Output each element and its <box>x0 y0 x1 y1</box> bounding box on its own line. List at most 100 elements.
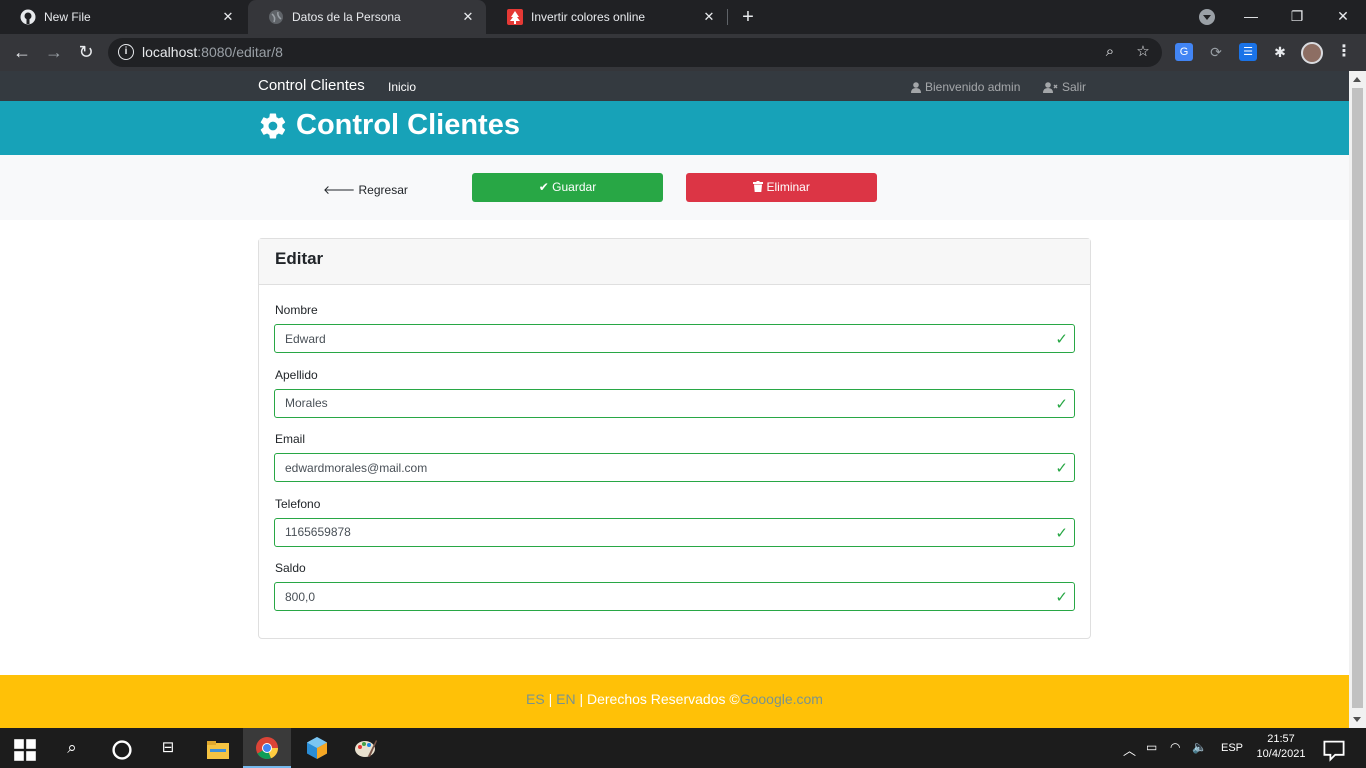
logout-link[interactable]: Salir <box>1043 80 1086 94</box>
footer-site-link[interactable]: Gooogle.com <box>740 691 823 707</box>
paint-icon[interactable] <box>354 736 378 760</box>
footer-rights: | Derechos Reservados © <box>575 691 740 707</box>
tab-separator <box>727 9 728 25</box>
new-tab-button[interactable]: + <box>737 6 759 28</box>
address-bar[interactable]: i localhost:8080/editar/8 ⌕ ☆ <box>108 38 1162 67</box>
minimize-button[interactable]: — <box>1228 0 1274 34</box>
scroll-down-arrow-icon[interactable] <box>1353 717 1361 722</box>
url-text[interactable]: localhost:8080/editar/8 <box>142 44 283 60</box>
telefono-label: Telefono <box>275 496 321 511</box>
profile-avatar[interactable] <box>1301 42 1323 64</box>
taskbar-clock[interactable]: 21:57 10/4/2021 <box>1256 732 1306 762</box>
nav-link-inicio[interactable]: Inicio <box>388 80 416 94</box>
tab-new-file[interactable]: New File ✕ <box>0 0 246 34</box>
tab-datos-persona[interactable]: Datos de la Persona ✕ <box>248 0 486 34</box>
sync-extension-icon[interactable]: ⟳ <box>1207 43 1225 61</box>
notifications-icon[interactable] <box>1322 738 1346 762</box>
saldo-label: Saldo <box>275 561 306 575</box>
task-view-icon[interactable]: ⊟ <box>156 736 180 760</box>
actions-bar: 🡐 Regresar ✔ Guardar Eliminar <box>0 155 1349 220</box>
tray-chevron-up-icon[interactable]: ︿ <box>1123 740 1136 759</box>
battery-icon[interactable]: ▭ <box>1146 740 1157 754</box>
search-icon[interactable]: ⌕ <box>60 736 84 760</box>
edit-form: Nombre ✓ Apellido ✓ Email ✓ Telefono ✓ S… <box>259 285 1090 611</box>
menu-dots-icon[interactable]: ⋮ <box>1336 41 1352 61</box>
lang-es-link[interactable]: ES <box>526 691 545 707</box>
valid-check-icon: ✓ <box>1055 460 1068 477</box>
user-times-icon <box>1043 81 1058 93</box>
tab-search-icon[interactable] <box>1199 9 1215 25</box>
page-title: Control Clientes <box>258 109 520 142</box>
form-group-apellido: Apellido ✓ <box>274 350 1075 418</box>
language-indicator[interactable]: ESP <box>1221 742 1243 754</box>
delete-label: Eliminar <box>766 180 810 194</box>
page-scrollbar[interactable] <box>1349 71 1366 728</box>
back-arrow-icon[interactable]: ← <box>10 40 34 64</box>
scroll-thumb[interactable] <box>1352 88 1363 708</box>
user-icon <box>911 81 921 93</box>
valid-check-icon: ✓ <box>1055 589 1068 606</box>
footer-separator: | <box>544 691 557 707</box>
scroll-up-arrow-icon[interactable] <box>1353 77 1361 82</box>
edit-card: Editar Nombre ✓ Apellido ✓ Email ✓ Telef… <box>258 238 1091 639</box>
app-navbar: Control Clientes Inicio Bienvenido admin… <box>0 71 1349 101</box>
gear-icon <box>260 112 286 139</box>
url-path: :8080/editar/8 <box>197 44 283 60</box>
close-window-button[interactable]: ✕ <box>1320 0 1366 34</box>
apellido-label: Apellido <box>275 367 318 382</box>
email-label: Email <box>275 432 306 446</box>
page-header: Control Clientes <box>0 101 1349 155</box>
save-label: Guardar <box>552 180 597 194</box>
header-title-text: Control Clientes <box>296 109 520 141</box>
check-icon: ✔ <box>538 180 553 194</box>
volume-icon[interactable]: 🔈 <box>1192 740 1207 754</box>
chrome-icon[interactable] <box>255 736 279 760</box>
close-icon[interactable]: ✕ <box>460 9 476 25</box>
file-explorer-icon[interactable] <box>206 738 230 762</box>
welcome-text: Bienvenido admin <box>925 80 1021 94</box>
cortana-icon[interactable] <box>110 738 134 762</box>
restore-button[interactable]: ❐ <box>1274 0 1320 34</box>
back-button[interactable]: 🡐 Regresar <box>323 182 408 197</box>
globe-icon <box>269 10 283 24</box>
forward-arrow-icon[interactable]: → <box>42 40 66 64</box>
valid-check-icon: ✓ <box>1055 395 1068 413</box>
form-group-telefono: Telefono ✓ <box>274 479 1075 547</box>
reload-icon[interactable]: ↻ <box>74 40 98 64</box>
zoom-icon[interactable]: ⌕ <box>1101 43 1119 61</box>
browser-tab-bar: New File ✕ Datos de la Persona ✕ Inverti… <box>0 0 1366 34</box>
browser-toolbar: ← → ↻ i localhost:8080/editar/8 ⌕ ☆ G ⟳ … <box>0 34 1366 71</box>
logout-text: Salir <box>1062 80 1087 94</box>
translate-extension-icon[interactable]: G <box>1175 43 1193 61</box>
tree-icon <box>507 9 523 25</box>
form-group-email: Email ✓ <box>274 414 1075 482</box>
info-icon[interactable]: i <box>118 44 134 60</box>
tab-invertir-colores[interactable]: Invertir colores online ✕ <box>487 0 727 34</box>
bookmark-star-icon[interactable]: ☆ <box>1134 43 1152 61</box>
github-icon <box>20 9 36 25</box>
save-button[interactable]: ✔ Guardar <box>472 173 663 202</box>
form-extension-icon[interactable]: ☰ <box>1239 43 1257 61</box>
close-icon[interactable]: ✕ <box>701 9 717 25</box>
close-icon[interactable]: ✕ <box>220 9 236 25</box>
navbar-brand[interactable]: Control Clientes <box>258 77 365 94</box>
wifi-icon[interactable]: ◠ <box>1170 740 1180 754</box>
clock-date: 10/4/2021 <box>1256 748 1306 760</box>
welcome-link[interactable]: Bienvenido admin <box>911 80 1020 94</box>
clock-time: 21:57 <box>1267 733 1295 745</box>
trash-icon <box>753 181 764 192</box>
page-viewport: Control Clientes Inicio Bienvenido admin… <box>0 71 1349 728</box>
windows-start-icon[interactable] <box>13 738 37 762</box>
page-footer: ES | EN | Derechos Reservados ©Gooogle.c… <box>0 675 1349 728</box>
lang-en-link[interactable]: EN <box>556 691 575 707</box>
url-host: localhost <box>142 44 198 60</box>
valid-check-icon: ✓ <box>1055 524 1068 542</box>
form-group-saldo: Saldo ✓ <box>274 543 1075 611</box>
delete-button[interactable]: Eliminar <box>686 173 877 202</box>
netbeans-icon[interactable] <box>305 736 329 760</box>
tab-title: New File <box>44 10 91 24</box>
tab-title: Invertir colores online <box>531 10 646 24</box>
puzzle-extensions-icon[interactable]: ✱ <box>1271 43 1289 61</box>
saldo-input[interactable] <box>274 582 1075 611</box>
tab-title: Datos de la Persona <box>292 10 401 24</box>
